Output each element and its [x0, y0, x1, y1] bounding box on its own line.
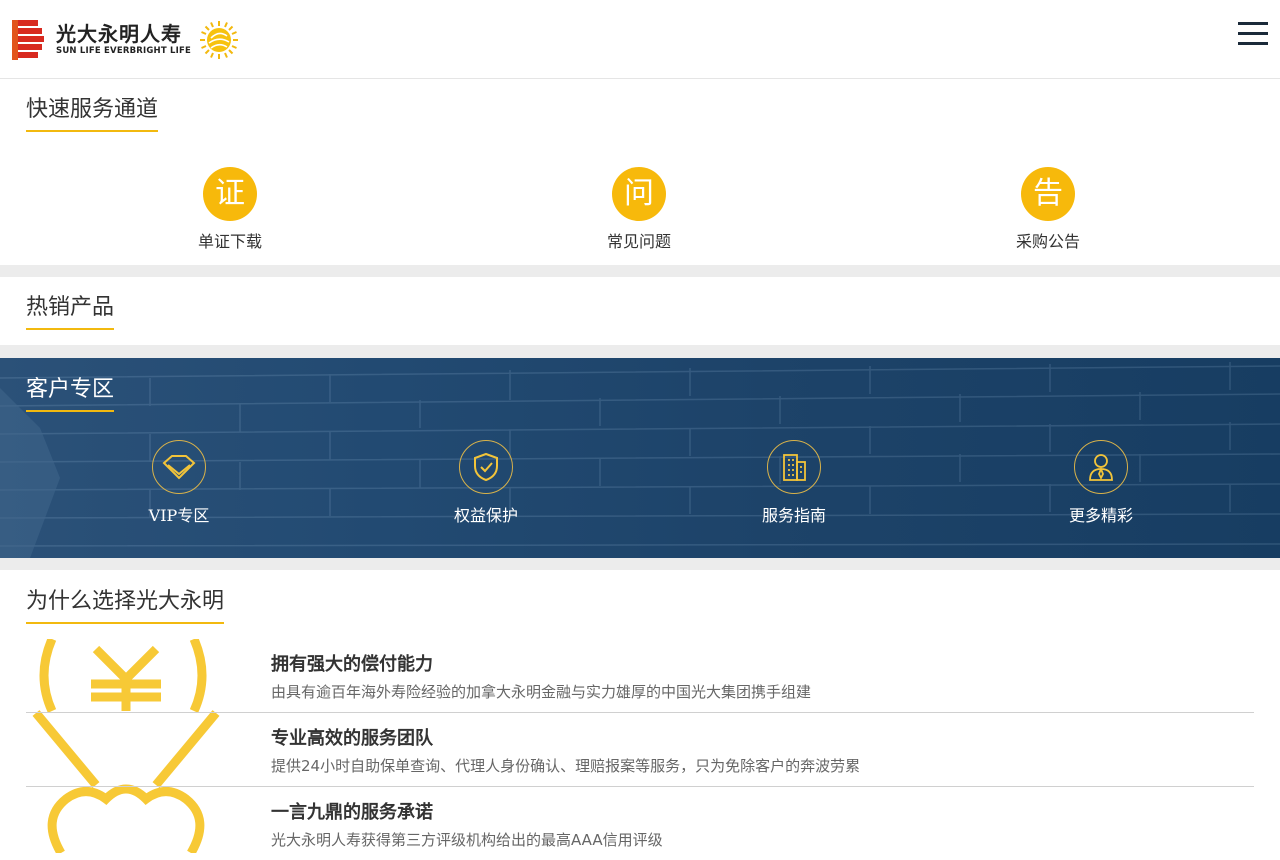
diamond-icon	[152, 440, 206, 494]
customer-zone-section: 客户专区 VIP专区 权益保护 服务指南 更多精彩	[0, 358, 1280, 558]
logo-english-name: SUN LIFE EVERBRIGHT LIFE	[56, 46, 192, 56]
notice-icon: 告	[1021, 167, 1075, 221]
section-divider	[0, 558, 1280, 570]
quick-service-section: 快速服务通道 证 单证下载 问 常见问题 告 采购公告	[0, 79, 1280, 265]
why-choose-title: 为什么选择光大永明	[26, 588, 225, 624]
why-row-desc: 由具有逾百年海外寿险经验的加拿大永明金融与实力雄厚的中国光大集团携手组建	[271, 683, 812, 701]
hamburger-icon	[1238, 22, 1268, 25]
customer-zone-title: 客户专区	[26, 376, 115, 412]
section-divider	[0, 265, 1280, 277]
site-header: 光大永明人寿 SUN LIFE EVERBRIGHT LIFE	[0, 0, 1280, 79]
quick-item-document-download[interactable]: 证 单证下载	[170, 167, 290, 252]
customer-item-service-guide[interactable]: 服务指南	[724, 440, 864, 526]
why-row-title: 一言九鼎的服务承诺	[271, 802, 433, 823]
customer-item-label: 权益保护	[453, 506, 518, 525]
menu-toggle-button[interactable]	[1238, 22, 1268, 46]
logo-chinese-name: 光大永明人寿	[56, 22, 182, 46]
hot-products-title[interactable]: 热销产品	[26, 294, 115, 330]
customer-item-vip[interactable]: VIP专区	[109, 440, 249, 526]
logo-mark-icon	[12, 20, 44, 60]
customer-item-more[interactable]: 更多精彩	[1031, 440, 1171, 526]
person-icon	[1074, 440, 1128, 494]
hot-products-section: 热销产品	[0, 277, 1280, 345]
customer-item-label: 更多精彩	[1068, 506, 1133, 525]
question-icon: 问	[612, 167, 666, 221]
quick-item-procurement-notice[interactable]: 告 采购公告	[988, 167, 1108, 252]
why-row-title: 专业高效的服务团队	[271, 728, 433, 749]
customer-item-label: 服务指南	[761, 506, 826, 525]
why-row: 一言九鼎的服务承诺 光大永明人寿获得第三方评级机构给出的最高AAA信用评级	[26, 787, 1254, 860]
document-icon: 证	[203, 167, 257, 221]
sun-logo-icon	[200, 21, 239, 59]
why-row: 专业高效的服务团队 提供24小时自助保单查询、代理人身份确认、理赔报案等服务，只…	[26, 713, 1254, 787]
customer-item-label: VIP专区	[148, 506, 210, 525]
building-icon	[767, 440, 821, 494]
section-divider	[0, 345, 1280, 358]
why-choose-section: 为什么选择光大永明 拥有强大的偿付能力 由具有逾百年海外寿险经验的加拿大永明金融…	[0, 570, 1280, 853]
shield-check-icon	[459, 440, 513, 494]
quick-item-faq[interactable]: 问 常见问题	[579, 167, 699, 252]
brand-logo[interactable]: 光大永明人寿 SUN LIFE EVERBRIGHT LIFE	[12, 18, 239, 62]
quick-service-title: 快速服务通道	[26, 96, 159, 132]
why-row: 拥有强大的偿付能力 由具有逾百年海外寿险经验的加拿大永明金融与实力雄厚的中国光大…	[26, 639, 1254, 713]
quick-item-label: 单证下载	[197, 232, 262, 251]
why-row-title: 拥有强大的偿付能力	[271, 654, 433, 675]
quick-item-label: 常见问题	[606, 232, 671, 251]
why-row-desc: 提供24小时自助保单查询、代理人身份确认、理赔报案等服务，只为免除客户的奔波劳累	[271, 757, 861, 775]
customer-item-rights-protection[interactable]: 权益保护	[416, 440, 556, 526]
quick-item-label: 采购公告	[1015, 232, 1080, 251]
why-row-desc: 光大永明人寿获得第三方评级机构给出的最高AAA信用评级	[271, 831, 663, 849]
